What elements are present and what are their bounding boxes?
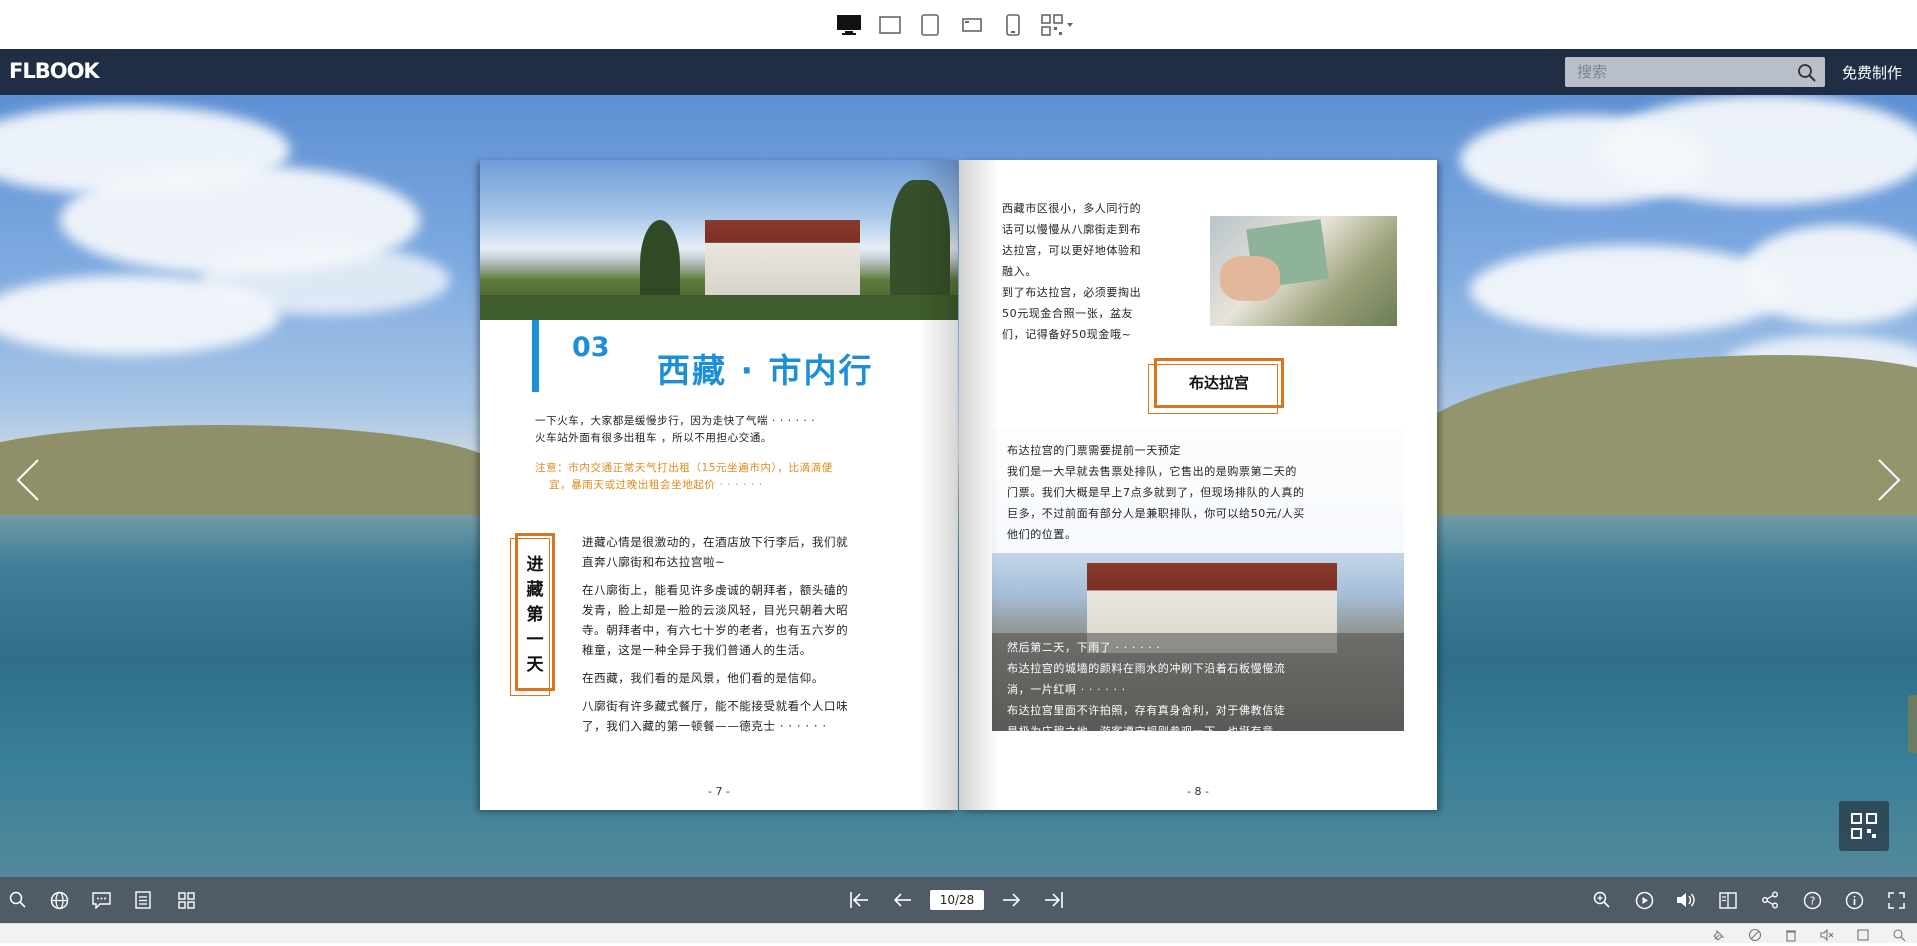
- comment-icon[interactable]: [90, 889, 112, 911]
- app-header: FLBOOK 免费制作: [0, 49, 1917, 95]
- badge-title: 布达拉宫: [1188, 374, 1249, 392]
- side-panel-handle[interactable]: [1908, 695, 1917, 753]
- page-right[interactable]: 西藏市区很小，多人同行的 话可以慢慢从八廓街走到布 达拉宫，可以更好地体验和 融…: [959, 160, 1437, 810]
- sound-icon[interactable]: [1675, 889, 1697, 911]
- search-box: [1565, 57, 1825, 87]
- bottom-toolbar: 10/28 ?: [0, 877, 1917, 923]
- search-icon[interactable]: [1797, 63, 1817, 83]
- page-indicator-input[interactable]: 10/28: [930, 890, 984, 910]
- prev-page-arrow-icon[interactable]: [14, 458, 44, 502]
- section-number: 03: [572, 332, 610, 363]
- potala-photo-top: [480, 160, 958, 320]
- device-mode-bar: [0, 0, 1917, 49]
- zoom-icon[interactable]: [1892, 927, 1906, 942]
- autoplay-icon[interactable]: [1633, 889, 1655, 911]
- next-page-arrow-icon[interactable]: [1873, 458, 1903, 502]
- page-left[interactable]: 03 西藏 · 市内行 一下火车，大家都是缓慢步行，因为走快了气喘 · · · …: [480, 160, 958, 810]
- background-scene: 03 西藏 · 市内行 一下火车，大家都是缓慢步行，因为走快了气喘 · · · …: [0, 95, 1917, 877]
- previous-page-icon[interactable]: [891, 889, 913, 911]
- last-page-icon[interactable]: [1043, 889, 1065, 911]
- browser-status-bar: [0, 923, 1917, 943]
- next-page-icon[interactable]: [1001, 889, 1023, 911]
- page-number-left: - 7 -: [708, 785, 730, 798]
- fullscreen-icon[interactable]: [1885, 889, 1907, 911]
- phone-portrait-icon[interactable]: [1006, 11, 1020, 39]
- first-page-icon[interactable]: [848, 889, 870, 911]
- globe-icon[interactable]: [48, 889, 70, 911]
- bookmark-icon[interactable]: [1717, 889, 1739, 911]
- svg-text:?: ?: [1809, 894, 1815, 907]
- free-make-link[interactable]: 免费制作: [1842, 62, 1902, 83]
- desktop-icon[interactable]: [836, 11, 862, 39]
- vertical-title: 进 藏 第 一 天: [526, 555, 544, 675]
- money-photo: [1210, 216, 1397, 326]
- help-icon[interactable]: ?: [1801, 889, 1823, 911]
- flbook-logo[interactable]: FLBOOK: [9, 59, 100, 83]
- section-title: 西藏 · 市内行: [657, 351, 874, 390]
- flipbook: 03 西藏 · 市内行 一下火车，大家都是缓慢步行，因为走快了气喘 · · · …: [480, 160, 1439, 810]
- zoom-in-icon[interactable]: [1591, 889, 1613, 911]
- no-track-icon[interactable]: [1748, 927, 1762, 942]
- ticket-text: 布达拉宫的门票需要提前一天预定 我们是一大早就去售票处排队，它售出的是购票第二天…: [1007, 444, 1305, 541]
- pin-icon[interactable]: [1712, 927, 1726, 941]
- caption-text: 然后第二天，下雨了 · · · · · · 布达拉宫的城墙的颜料在雨水的冲刷下沿…: [1007, 641, 1286, 738]
- qr-code-icon[interactable]: [1041, 11, 1075, 39]
- thumbnails-icon[interactable]: [175, 889, 197, 911]
- body-text: 进藏心情是很激动的，在酒店放下行李后，我们就 直奔八廓街和布达拉宫啦~ 在八廓街…: [582, 535, 849, 733]
- top-text: 西藏市区很小，多人同行的 话可以慢慢从八廓街走到布 达拉宫，可以更好地体验和 融…: [1002, 202, 1142, 341]
- page-number-right: - 8 -: [1187, 785, 1209, 798]
- note-text: 注意：市内交通正常天气打出租（15元坐遍市内），比滴滴便 宜，暴雨天或过晚出租会…: [535, 462, 833, 491]
- table-of-contents-icon[interactable]: [132, 889, 154, 911]
- tablet-portrait-icon[interactable]: [921, 11, 939, 39]
- info-icon[interactable]: [1843, 889, 1865, 911]
- share-icon[interactable]: [1759, 889, 1781, 911]
- trash-icon[interactable]: [1784, 927, 1798, 942]
- phone-landscape-icon[interactable]: [962, 11, 982, 39]
- floating-qr-code-icon[interactable]: [1839, 801, 1889, 851]
- window-icon[interactable]: [1856, 927, 1870, 941]
- search-input[interactable]: [1565, 57, 1785, 87]
- intro-text: 一下火车，大家都是缓慢步行，因为走快了气喘 · · · · · · 火车站外面有…: [535, 415, 816, 444]
- search-icon[interactable]: [7, 889, 29, 911]
- tablet-landscape-icon[interactable]: [879, 11, 901, 39]
- mute-icon[interactable]: [1820, 927, 1834, 942]
